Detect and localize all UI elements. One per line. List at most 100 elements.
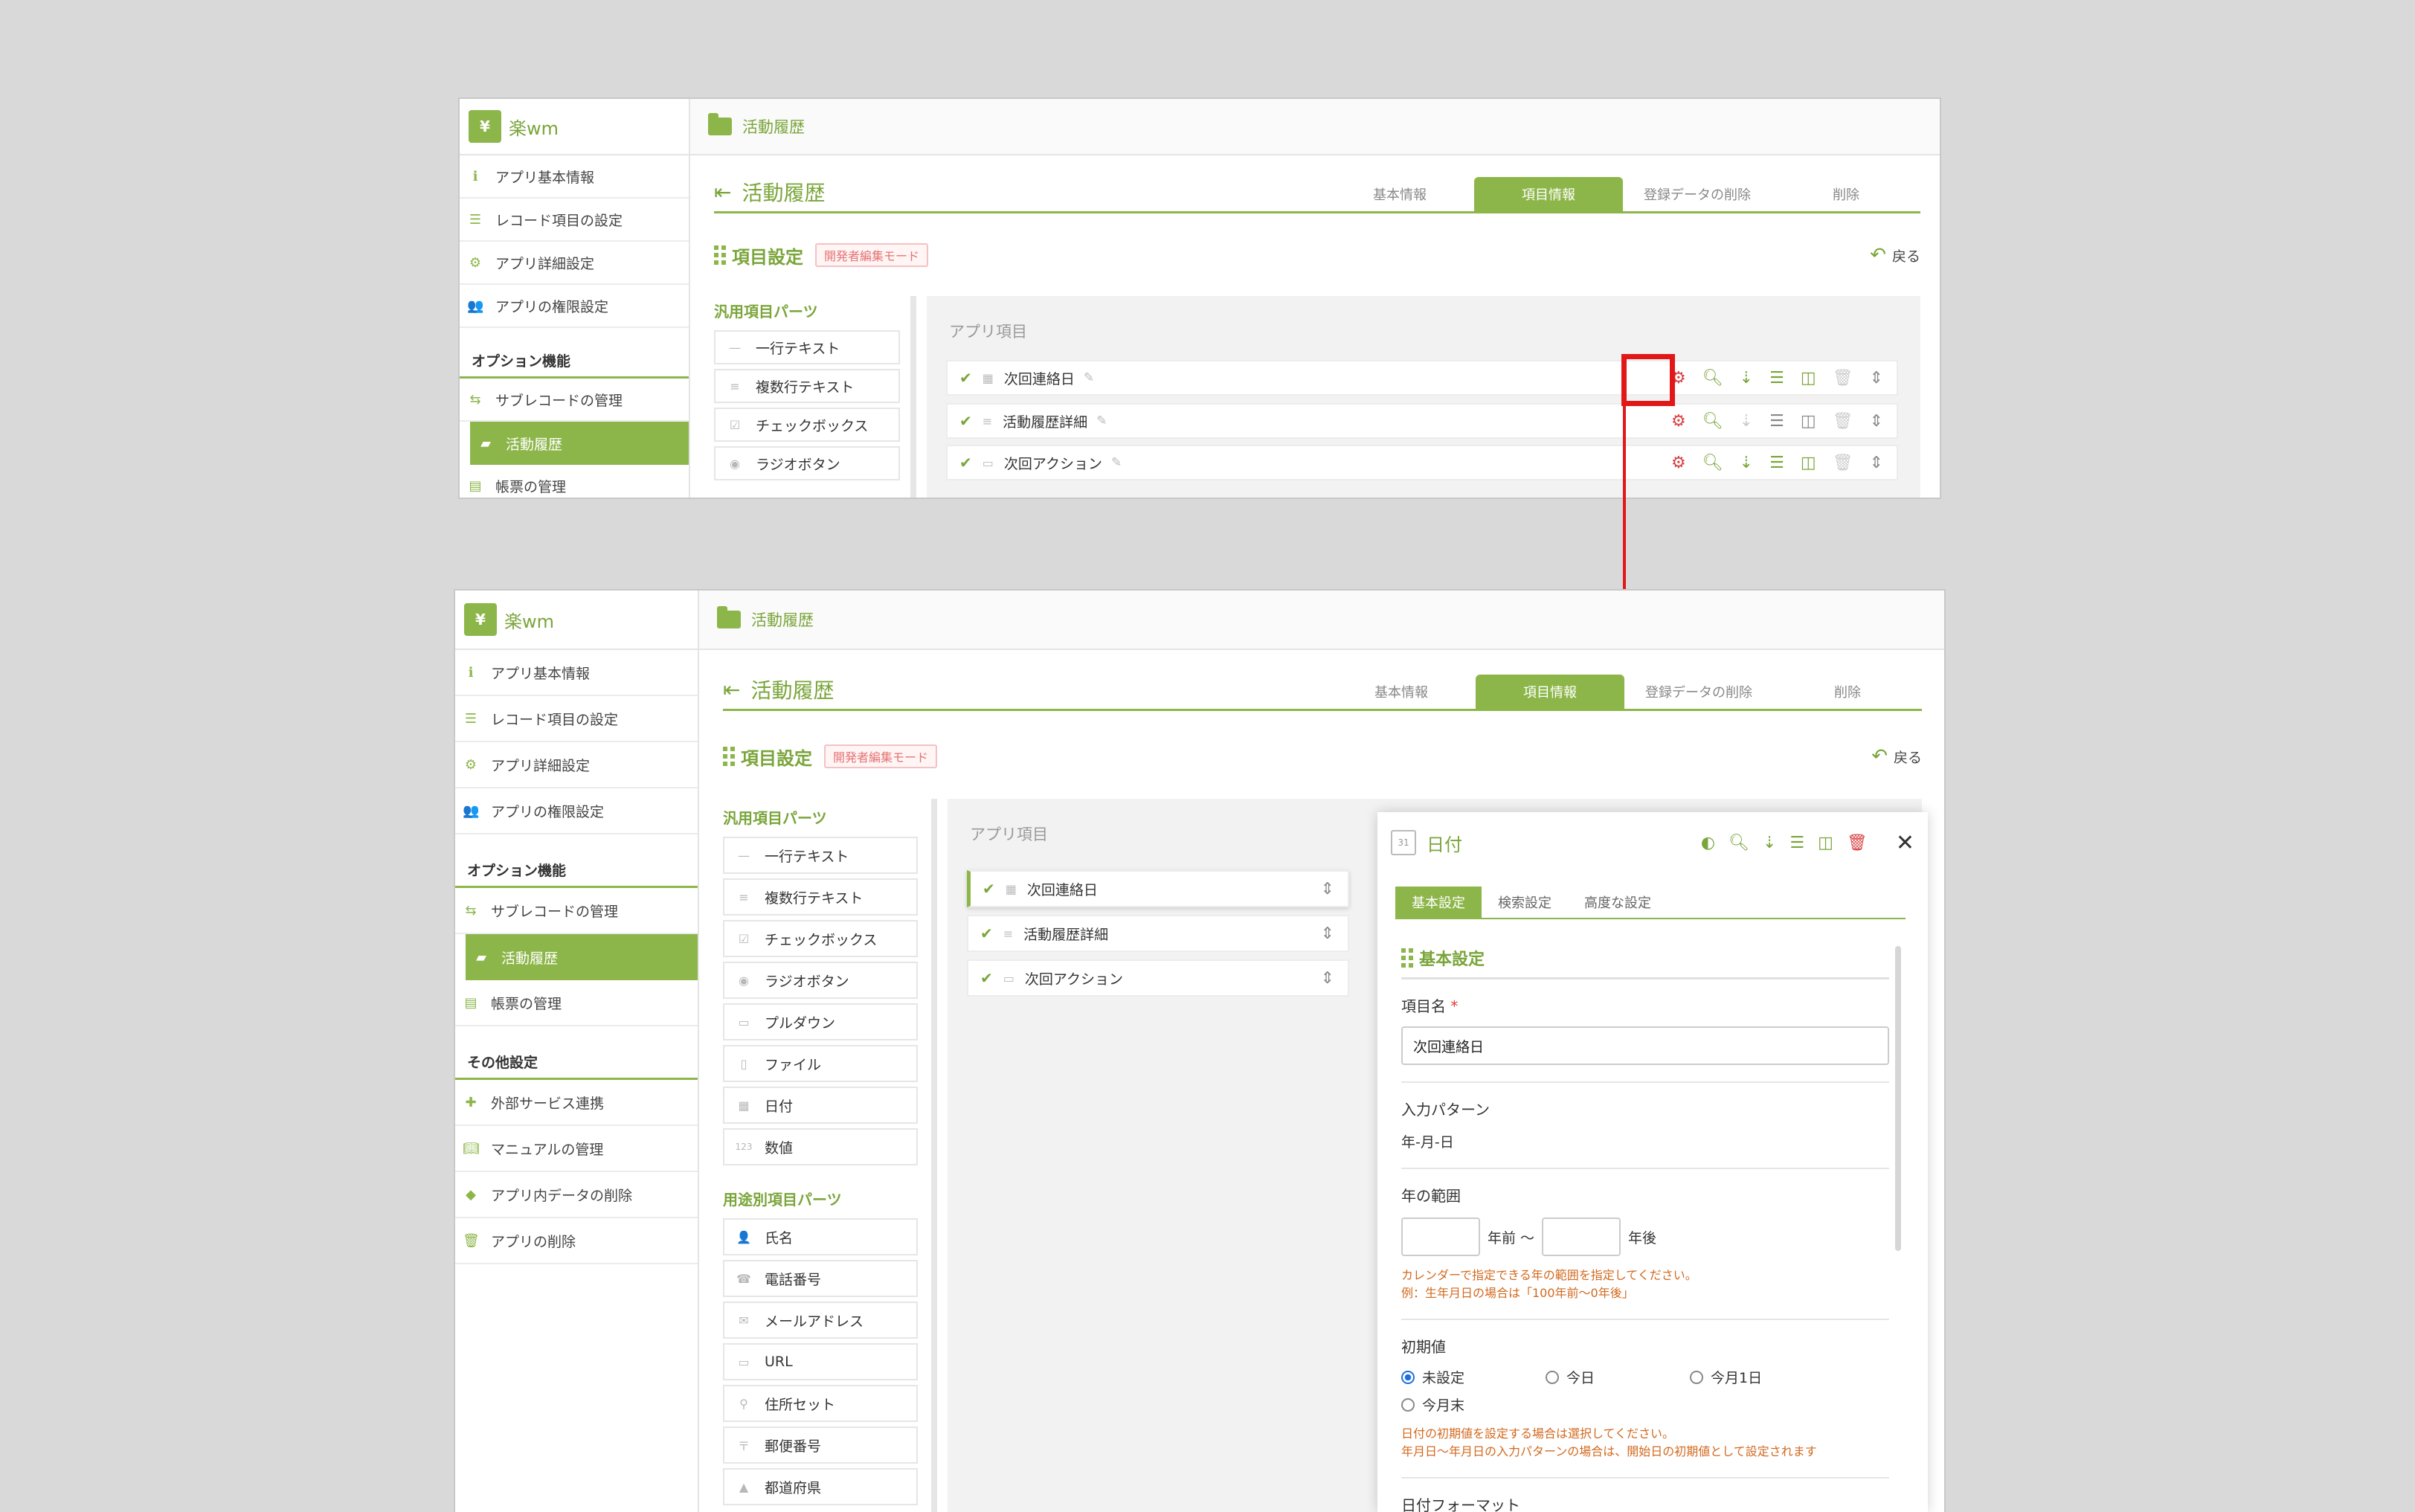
list-view-icon[interactable]: ☰	[1769, 454, 1784, 472]
panel-scrollbar[interactable]	[1895, 946, 1901, 1251]
part-name[interactable]: 👤 氏名	[723, 1218, 918, 1255]
sidebar-item-permissions[interactable]: 👥 アプリの権限設定	[460, 285, 689, 328]
part-prefecture[interactable]: ▲ 都道府県	[723, 1468, 918, 1505]
columns-icon[interactable]: ◫	[1801, 454, 1816, 472]
search-icon[interactable]: 🔍︎	[1702, 369, 1723, 387]
sidebar-item-app-info[interactable]: ℹ アプリ基本情報	[460, 155, 689, 199]
sidebar-item-external[interactable]: ✚ 外部サービス連携	[455, 1080, 698, 1126]
tab-delete[interactable]: 削除	[1772, 177, 1920, 211]
gear-icon[interactable]: ⚙	[1671, 412, 1686, 431]
reorder-icon[interactable]: ⇕	[1870, 454, 1883, 472]
list-view-icon[interactable]: ☰	[1789, 834, 1804, 852]
sidebar-item-manual[interactable]: 📖︎ マニュアルの管理	[455, 1126, 698, 1172]
search-icon[interactable]: 🔍︎	[1702, 454, 1723, 472]
trash-icon[interactable]: 🗑︎	[1833, 412, 1853, 431]
app-item-row[interactable]: ✔ ▭ 次回アクション ⇕	[967, 959, 1349, 997]
app-item-row-selected[interactable]: ✔ ▦ 次回連絡日 ⇕	[967, 870, 1349, 907]
sidebar-item-activity-history[interactable]: ▰ 活動履歴	[470, 422, 689, 465]
part-address[interactable]: ⚲ 住所セット	[723, 1385, 918, 1422]
part-multi-text[interactable]: ≡ 複数行テキスト	[714, 369, 900, 403]
sidebar-item-forms[interactable]: ▤ 帳票の管理	[460, 465, 689, 498]
sidebar-item-app-detail[interactable]: ⚙ アプリ詳細設定	[455, 742, 698, 788]
tab-basic-info[interactable]: 基本情報	[1325, 177, 1474, 211]
app-item-row[interactable]: ✔ ▭ 次回アクション ✎ ⚙ 🔍︎ ⇣ ☰ ◫ 🗑︎ ⇕	[946, 445, 1898, 480]
tab-search-settings[interactable]: 検索設定	[1482, 887, 1568, 918]
sidebar-item-forms[interactable]: ▤ 帳票の管理	[455, 980, 698, 1026]
list-view-icon[interactable]: ☰	[1769, 369, 1784, 387]
part-single-text[interactable]: — 一行テキスト	[723, 837, 918, 874]
toggle-icon[interactable]: ◐	[1701, 834, 1715, 852]
app-item-row[interactable]: ✔ ▦ 次回連絡日 ✎ ⚙ 🔍︎ ⇣ ☰ ◫ 🗑︎ ⇕	[946, 360, 1898, 396]
trash-icon[interactable]: 🗑︎	[1833, 369, 1853, 387]
tab-advanced-settings[interactable]: 高度な設定	[1568, 887, 1668, 918]
app-item-row[interactable]: ✔ ≡ 活動履歴詳細 ✎ ⚙ 🔍︎ ⇣ ☰ ◫ 🗑︎ ⇕	[946, 403, 1898, 439]
sidebar-item-app-info[interactable]: ℹ アプリ基本情報	[455, 650, 698, 696]
part-date[interactable]: ▦ 日付	[723, 1087, 918, 1124]
tab-basic-info[interactable]: 基本情報	[1327, 675, 1476, 709]
tab-field-info[interactable]: 項目情報	[1474, 177, 1623, 211]
part-email[interactable]: ✉ メールアドレス	[723, 1302, 918, 1339]
sidebar-item-app-detail[interactable]: ⚙ アプリ詳細設定	[460, 242, 689, 285]
radio-unset[interactable]: 未設定	[1401, 1367, 1546, 1387]
app-logo[interactable]: ¥ 楽wm	[455, 591, 698, 650]
columns-icon[interactable]: ◫	[1801, 412, 1816, 431]
gear-icon[interactable]: ⚙	[1671, 454, 1686, 472]
sort-icon[interactable]: ⇣	[1740, 369, 1753, 387]
sidebar-item-subrecord[interactable]: ⇆ サブレコードの管理	[460, 379, 689, 422]
sort-icon[interactable]: ⇣	[1740, 412, 1753, 431]
exit-icon[interactable]: ⇤	[714, 180, 731, 205]
part-radio[interactable]: ◉ ラジオボタン	[714, 446, 900, 480]
sidebar-item-permissions[interactable]: 👥 アプリの権限設定	[455, 788, 698, 834]
reorder-icon[interactable]: ⇕	[1321, 969, 1334, 988]
sidebar-item-delete-app[interactable]: 🗑︎ アプリの削除	[455, 1218, 698, 1264]
sidebar-item-delete-data[interactable]: ◆ アプリ内データの削除	[455, 1172, 698, 1218]
tab-delete[interactable]: 削除	[1773, 675, 1922, 709]
trash-icon[interactable]: 🗑︎	[1833, 454, 1853, 472]
part-checkbox[interactable]: ☑ チェックボックス	[714, 408, 900, 442]
app-logo[interactable]: ¥ 楽wm	[460, 99, 689, 155]
part-pulldown[interactable]: ▭ プルダウン	[723, 1003, 918, 1040]
pencil-icon[interactable]: ✎	[1096, 414, 1107, 428]
list-view-icon[interactable]: ☰	[1769, 412, 1784, 431]
sort-icon[interactable]: ⇣	[1740, 454, 1753, 472]
back-button[interactable]: ↶ 戻る	[1871, 745, 1922, 768]
field-name-input[interactable]: 次回連絡日	[1401, 1026, 1889, 1065]
part-url[interactable]: ▭ URL	[723, 1343, 918, 1380]
part-postal[interactable]: 〒郵便番号	[723, 1426, 918, 1464]
part-radio[interactable]: ◉ ラジオボタン	[723, 962, 918, 999]
columns-icon[interactable]: ◫	[1818, 834, 1833, 852]
radio-today[interactable]: 今日	[1546, 1367, 1690, 1387]
part-single-text[interactable]: — 一行テキスト	[714, 330, 900, 364]
close-icon[interactable]: ✕	[1896, 830, 1914, 856]
tab-field-info[interactable]: 項目情報	[1476, 675, 1624, 709]
sidebar-item-record-fields[interactable]: ☰ レコード項目の設定	[460, 199, 689, 242]
tab-basic-settings[interactable]: 基本設定	[1395, 887, 1482, 918]
part-file[interactable]: ▯ ファイル	[723, 1045, 918, 1082]
years-after-input[interactable]	[1542, 1217, 1621, 1256]
reorder-icon[interactable]: ⇕	[1321, 924, 1334, 943]
exit-icon[interactable]: ⇤	[723, 678, 740, 702]
tab-delete-data[interactable]: 登録データの削除	[1623, 177, 1772, 211]
tab-delete-data[interactable]: 登録データの削除	[1624, 675, 1773, 709]
radio-month-first[interactable]: 今月1日	[1690, 1367, 1834, 1387]
app-item-row[interactable]: ✔ ≡ 活動履歴詳細 ⇕	[967, 915, 1349, 952]
columns-icon[interactable]: ◫	[1801, 369, 1816, 387]
sort-icon[interactable]: ⇣	[1763, 834, 1776, 852]
pencil-icon[interactable]: ✎	[1084, 370, 1094, 385]
search-icon[interactable]: 🔍︎	[1729, 834, 1749, 852]
reorder-icon[interactable]: ⇕	[1870, 412, 1883, 431]
reorder-icon[interactable]: ⇕	[1321, 880, 1334, 898]
pencil-icon[interactable]: ✎	[1111, 455, 1122, 470]
sidebar-item-record-fields[interactable]: ☰ レコード項目の設定	[455, 696, 698, 742]
radio-month-end[interactable]: 今月末	[1401, 1394, 1546, 1415]
years-before-input[interactable]	[1401, 1217, 1480, 1256]
trash-icon[interactable]: 🗑︎	[1847, 834, 1868, 852]
sidebar-item-activity-history[interactable]: ▰ 活動履歴	[466, 934, 698, 980]
sidebar-item-subrecord[interactable]: ⇆ サブレコードの管理	[455, 888, 698, 934]
reorder-icon[interactable]: ⇕	[1870, 369, 1883, 387]
search-icon[interactable]: 🔍︎	[1702, 412, 1723, 431]
part-multi-text[interactable]: ≡ 複数行テキスト	[723, 878, 918, 916]
part-phone[interactable]: ☎ 電話番号	[723, 1260, 918, 1297]
back-button[interactable]: ↶ 戻る	[1870, 244, 1920, 266]
part-number[interactable]: 123 数値	[723, 1128, 918, 1165]
